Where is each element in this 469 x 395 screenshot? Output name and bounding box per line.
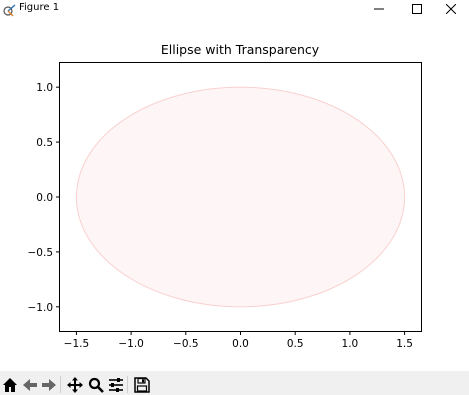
zoom-button[interactable] (87, 376, 104, 393)
sliders-icon (108, 377, 123, 392)
maximize-icon (412, 3, 422, 14)
x-tick-label: 0.5 (287, 338, 304, 350)
window-title: Figure 1 (19, 2, 60, 13)
forward-button[interactable] (40, 376, 57, 393)
floppy-disk-icon (133, 376, 150, 393)
back-button[interactable] (21, 376, 38, 393)
configure-subplots-button[interactable] (107, 376, 124, 393)
x-tick-label: −1.5 (64, 338, 90, 350)
pan-button[interactable] (66, 376, 83, 393)
close-icon (446, 3, 456, 14)
minimize-button[interactable] (361, 0, 397, 17)
x-tick-label: 0.0 (232, 338, 249, 350)
x-tick-label: 1.5 (396, 338, 413, 350)
ellipse-patch (75, 86, 406, 308)
home-icon (2, 377, 17, 392)
arrow-left-icon (22, 378, 37, 391)
navigation-toolbar (0, 371, 469, 395)
move-icon (66, 376, 83, 393)
home-button[interactable] (1, 376, 18, 393)
y-tick-label: −1.0 (28, 302, 54, 314)
arrow-right-icon (41, 378, 56, 391)
y-tick-label: 0.0 (36, 192, 53, 204)
toolbar-separator (127, 376, 128, 393)
maximize-button[interactable] (399, 0, 435, 17)
y-tick-label: 0.5 (36, 137, 53, 149)
y-tick-label: −0.5 (28, 247, 54, 259)
save-button[interactable] (133, 376, 150, 393)
magnifier-icon (88, 377, 104, 393)
y-tick-label: 1.0 (36, 82, 53, 94)
chart-title: Ellipse with Transparency (161, 42, 320, 57)
toolbar-separator (60, 376, 61, 393)
figure-canvas[interactable]: Ellipse with Transparency −1.5 −1.0 −0.5 0.… (0, 17, 469, 371)
minimize-icon (374, 8, 384, 9)
x-tick-label: 1.0 (342, 338, 359, 350)
x-tick-label: −0.5 (173, 338, 199, 350)
matplotlib-figure-icon (3, 2, 17, 17)
close-button[interactable] (433, 0, 469, 17)
x-tick-label: −1.0 (118, 338, 144, 350)
window-titlebar: Figure 1 (0, 0, 469, 17)
